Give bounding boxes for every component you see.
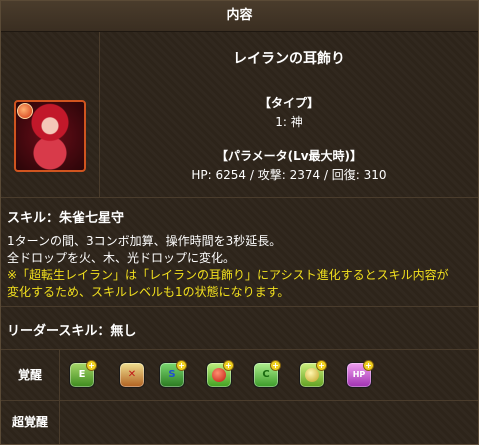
- skill-title: スキル：朱雀七星守: [7, 211, 125, 226]
- type-heading: 【タイプ】: [258, 96, 319, 110]
- awakening-fire-orb-icon[interactable]: +: [206, 360, 234, 388]
- awakening-row: 覚醒 E + ✕ S + + C + + HP +: [1, 350, 478, 401]
- avatar-cell: [1, 32, 100, 197]
- item-portrait-icon[interactable]: [14, 100, 86, 172]
- awakening-wood-orb-icon[interactable]: C +: [253, 360, 281, 388]
- type-value: 1: 神: [275, 115, 303, 129]
- leader-skill-title: リーダースキル：無し: [7, 324, 137, 339]
- skill-row: スキル：朱雀七星守 1ターンの間、3コンボ加算、操作時間を3秒延長。 全ドロップ…: [1, 198, 478, 307]
- awakening-light-orb-icon[interactable]: +: [299, 360, 327, 388]
- fire-attribute-icon: [17, 103, 33, 119]
- parameter-value: HP: 6254 / 攻撃: 2374 / 回復: 310: [191, 168, 387, 182]
- parameter-heading: 【パラメータ(Lv最大時)】: [215, 149, 363, 163]
- skill-note-line: 変化するため、スキルレベルも1の状態になります。: [7, 285, 290, 299]
- super-awakening-row: 超覚醒: [1, 401, 478, 444]
- super-awakening-label: 超覚醒: [1, 401, 60, 444]
- panel-header: 内容: [1, 1, 478, 32]
- awakening-bind-resist-icon[interactable]: ✕: [119, 362, 145, 388]
- leader-skill-row: リーダースキル：無し: [1, 307, 478, 350]
- skill-description-line: 1ターンの間、3コンボ加算、操作時間を3秒延長。: [7, 234, 282, 248]
- skill-description-line: 全ドロップを火、木、光ドロップに変化。: [7, 251, 236, 265]
- item-info-cell: レイランの耳飾り 【タイプ】 1: 神 【パラメータ(Lv最大時)】 HP: 6…: [100, 32, 478, 197]
- awakening-e-icon[interactable]: E +: [69, 360, 97, 388]
- item-name: レイランの耳飾り: [233, 51, 345, 67]
- item-detail-panel: 内容 レイランの耳飾り 【タイプ】 1: 神 【パラメータ(Lv最大時)】 HP…: [0, 0, 479, 445]
- panel-title: 内容: [226, 8, 253, 23]
- skill-note-line: ※「超転生レイラン」は「レイランの耳飾り」にアシスト進化するとスキル内容が: [7, 268, 449, 282]
- item-summary-row: レイランの耳飾り 【タイプ】 1: 神 【パラメータ(Lv最大時)】 HP: 6…: [1, 32, 478, 198]
- awakening-hp-plus-icon[interactable]: HP +: [346, 360, 374, 388]
- awakening-label: 覚醒: [1, 350, 60, 400]
- awakening-skill-boost-icon[interactable]: S +: [159, 360, 187, 388]
